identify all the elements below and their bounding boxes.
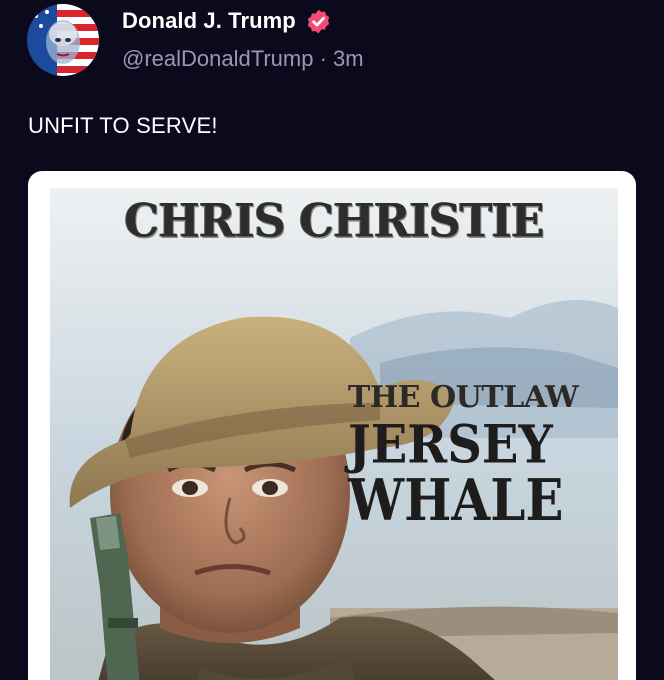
poster-tagline-line-3: WHALE xyxy=(348,466,564,534)
post-media[interactable]: CHRIS CHRISTIE THE OUTLAW JERSEY WHALE xyxy=(28,171,636,680)
meta-separator: · xyxy=(313,46,334,71)
author-handle[interactable]: @realDonaldTrump xyxy=(122,46,313,71)
avatar[interactable] xyxy=(27,4,99,76)
post: Donald J. Trump @realDonaldTrump · 3m UN… xyxy=(0,0,664,680)
author-display-name[interactable]: Donald J. Trump xyxy=(122,8,296,34)
poster-title: CHRIS CHRISTIE xyxy=(124,194,544,249)
post-timestamp[interactable]: 3m xyxy=(333,46,364,71)
post-text: UNFIT TO SERVE! xyxy=(28,113,218,138)
author-row: Donald J. Trump xyxy=(122,6,332,36)
poster-tagline-line-1: THE OUTLAW xyxy=(348,380,579,415)
verified-badge-icon xyxy=(305,8,332,35)
avatar-image xyxy=(27,4,99,76)
author-meta: @realDonaldTrump · 3m xyxy=(122,46,364,72)
media-image: CHRIS CHRISTIE THE OUTLAW JERSEY WHALE xyxy=(50,188,618,680)
